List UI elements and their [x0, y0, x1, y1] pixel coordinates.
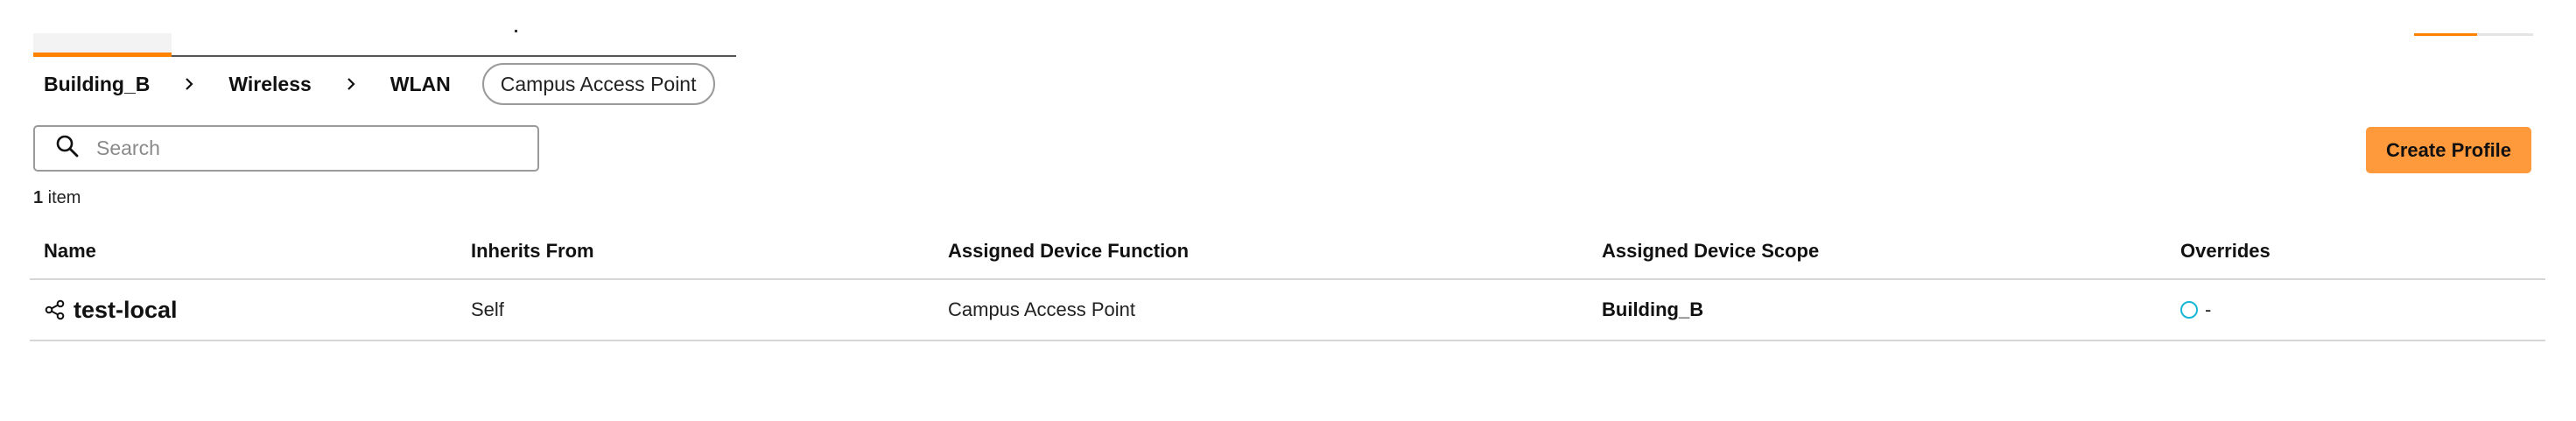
- chevron-right-icon: [150, 76, 228, 92]
- breadcrumb-current-pill[interactable]: Campus Access Point: [481, 63, 715, 105]
- breadcrumb-wireless[interactable]: Wireless: [228, 73, 311, 96]
- item-count-label: item: [43, 188, 81, 207]
- row-overrides-value: -: [2205, 298, 2212, 320]
- top-tab-active-indicator: [33, 53, 172, 57]
- top-right-tab-indicator: [2414, 33, 2477, 36]
- top-tab-marker: [515, 30, 517, 32]
- column-header-overrides[interactable]: Overrides: [2180, 240, 2271, 263]
- row-overrides-cell: -: [2180, 280, 2211, 340]
- search-input[interactable]: [95, 136, 501, 161]
- table-header: Name Inherits From Assigned Device Funct…: [30, 235, 2545, 280]
- create-profile-button[interactable]: Create Profile: [2366, 127, 2531, 173]
- search-field[interactable]: [33, 125, 539, 172]
- row-name-text[interactable]: test-local: [74, 297, 178, 324]
- column-header-device-function[interactable]: Assigned Device Function: [948, 240, 1189, 263]
- breadcrumb: Building_B Wireless WLAN Campus Access P…: [44, 61, 715, 107]
- top-tab-divider: [172, 55, 736, 57]
- row-device-scope-cell: Building_B: [1602, 298, 1704, 320]
- top-tab-active[interactable]: [33, 33, 172, 54]
- circle-outline-icon: [2180, 301, 2198, 319]
- profiles-table: Name Inherits From Assigned Device Funct…: [30, 235, 2545, 341]
- column-header-device-scope[interactable]: Assigned Device Scope: [1602, 240, 1819, 263]
- share-icon: [45, 299, 65, 320]
- row-name-cell[interactable]: test-local: [44, 280, 178, 340]
- chevron-right-icon: [312, 76, 390, 92]
- item-count-number: 1: [33, 188, 44, 207]
- column-header-name[interactable]: Name: [44, 240, 96, 263]
- top-right-tab-divider: [2477, 33, 2533, 36]
- breadcrumb-building[interactable]: Building_B: [44, 73, 150, 96]
- row-device-function-cell: Campus Access Point: [948, 298, 1135, 320]
- column-header-inherits-from[interactable]: Inherits From: [471, 240, 594, 263]
- row-inherits-from-cell: Self: [471, 298, 504, 320]
- breadcrumb-wlan[interactable]: WLAN: [390, 73, 451, 96]
- item-count: 1 item: [33, 188, 81, 208]
- table-row[interactable]: test-local Self Campus Access Point Buil…: [30, 280, 2545, 341]
- search-icon: [54, 133, 81, 164]
- page: Building_B Wireless WLAN Campus Access P…: [0, 0, 2576, 421]
